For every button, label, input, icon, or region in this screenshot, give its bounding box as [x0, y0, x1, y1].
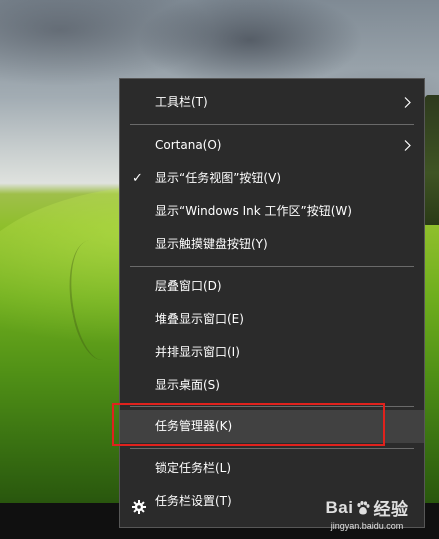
menu-item-label: 显示“任务视图”按钮(V) — [155, 171, 282, 185]
menu-item-label: 显示“Windows Ink 工作区”按钮(W) — [155, 204, 352, 218]
baidu-logo: Bai 经验 — [325, 497, 409, 520]
menu-item-show-windows-ink[interactable]: 显示“Windows Ink 工作区”按钮(W) — [120, 195, 424, 228]
menu-item-label: 显示桌面(S) — [155, 378, 220, 392]
menu-item-cascade-windows[interactable]: 层叠窗口(D) — [120, 270, 424, 303]
menu-separator — [130, 124, 414, 125]
menu-item-show-desktop[interactable]: 显示桌面(S) — [120, 369, 424, 402]
menu-item-side-by-side[interactable]: 并排显示窗口(I) — [120, 336, 424, 369]
paw-icon — [357, 500, 370, 514]
menu-item-show-task-view[interactable]: ✓ 显示“任务视图”按钮(V) — [120, 162, 424, 195]
menu-item-label: 堆叠显示窗口(E) — [155, 312, 244, 326]
menu-separator — [130, 266, 414, 267]
gear-icon — [132, 494, 146, 514]
menu-item-label: Cortana(O) — [155, 138, 222, 152]
menu-item-toolbars[interactable]: 工具栏(T) — [120, 86, 424, 119]
menu-item-cortana[interactable]: Cortana(O) — [120, 129, 424, 162]
taskbar-context-menu: 工具栏(T) Cortana(O) ✓ 显示“任务视图”按钮(V) 显示“Win… — [119, 78, 425, 528]
menu-item-label: 显示触摸键盘按钮(Y) — [155, 237, 268, 251]
menu-item-show-touch-keyboard[interactable]: 显示触摸键盘按钮(Y) — [120, 228, 424, 261]
chevron-right-icon — [404, 129, 414, 162]
menu-item-label: 任务栏设置(T) — [155, 494, 232, 508]
desktop: 工具栏(T) Cortana(O) ✓ 显示“任务视图”按钮(V) 显示“Win… — [0, 0, 439, 539]
menu-item-label: 工具栏(T) — [155, 95, 208, 109]
menu-item-label: 层叠窗口(D) — [155, 279, 222, 293]
menu-item-label: 并排显示窗口(I) — [155, 345, 240, 359]
annotation-highlight-box — [112, 403, 385, 446]
menu-item-label: 锁定任务栏(L) — [155, 461, 232, 475]
menu-separator — [130, 448, 414, 449]
chevron-right-icon — [404, 86, 414, 119]
menu-item-lock-taskbar[interactable]: 锁定任务栏(L) — [120, 452, 424, 485]
baidu-watermark: Bai 经验 jingyan.baidu.com — [321, 495, 413, 532]
checkmark-icon: ✓ — [132, 171, 143, 186]
watermark-url: jingyan.baidu.com — [330, 521, 404, 531]
menu-item-stack-windows[interactable]: 堆叠显示窗口(E) — [120, 303, 424, 336]
